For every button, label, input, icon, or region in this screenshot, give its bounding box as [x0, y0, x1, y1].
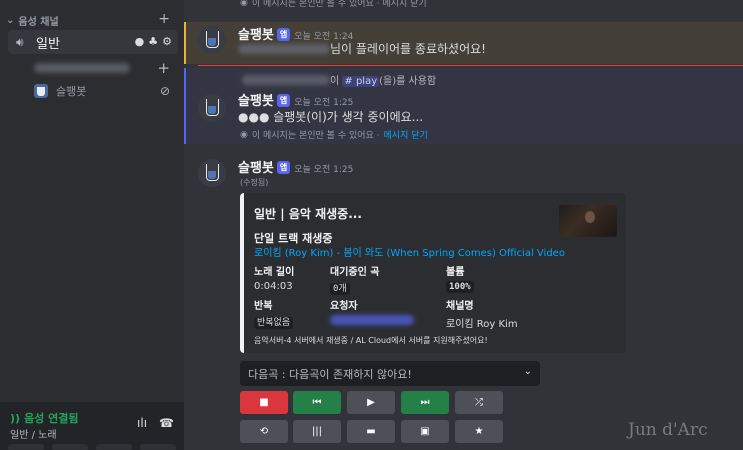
field-requester: 요청자 — [330, 297, 414, 328]
voice-member-bot[interactable]: 슬팽봇 ⊘ — [34, 80, 174, 102]
ephemeral-note: ◉ 이 메시지는 본인만 볼 수 있어요 · 메시지 닫기 — [240, 128, 428, 142]
bot-avatar[interactable] — [198, 159, 226, 187]
voice-action-button[interactable] — [96, 444, 132, 450]
field-length: 노래 길이 0:04:03 — [254, 267, 295, 292]
plus-icon[interactable]: + — [157, 59, 170, 77]
bot-avatar — [34, 84, 48, 98]
add-channel-icon[interactable]: + — [158, 12, 170, 26]
embed-footer: 음악서버-4 서버에서 재생중 / AL Cloud에서 서버를 지원해주셨어요… — [254, 336, 488, 345]
message-author[interactable]: 슬팽봇 — [238, 161, 274, 176]
voice-connection-panel: )) 음성 연결됨 일반 / 노래 ılı ☎ — [0, 402, 184, 450]
reply-preview[interactable]: 이 # play (을)를 사용함 — [242, 72, 436, 87]
signal-icon: )) — [10, 411, 21, 425]
voice-status-subtitle: 일반 / 노래 — [10, 430, 57, 441]
chevron-down-icon: ⌄ — [523, 366, 532, 377]
embed-title: 일반 | 음악 재생중... — [254, 207, 362, 221]
field-queue: 대기중인 곡 0개 — [330, 267, 380, 295]
redacted-mention — [238, 44, 330, 54]
voice-action-row — [8, 444, 176, 450]
chat-icon[interactable]: ● — [135, 35, 145, 48]
next-track-select[interactable]: 다음곡 : 다음곡이 존재하지 않아요! ⌄ — [240, 361, 540, 386]
voice-action-button[interactable] — [8, 444, 44, 450]
play-button[interactable]: ▶ — [347, 391, 395, 414]
thinking-text: ●●● 슬팽봇(이)가 생각 중이에요... — [238, 110, 424, 124]
field-repeat: 반복 반복없음 — [254, 297, 294, 329]
invite-icon[interactable]: ♣ — [148, 35, 158, 48]
now-playing-embed: 일반 | 음악 재생중... 단일 트랙 재생중 로이킴 (Roy Kim) -… — [240, 193, 626, 353]
message-text: 님이 플레이어를 종료하셨어요! — [330, 42, 486, 56]
field-channel: 채널명 로이킴 Roy Kim — [446, 301, 518, 330]
edited-label: (수정됨) — [240, 178, 269, 187]
stop-button[interactable]: ■ — [240, 391, 288, 414]
voice-channel-label: 일반 — [36, 36, 60, 52]
queue-button[interactable]: ▣ — [401, 420, 449, 443]
track-link[interactable]: 로이킴 (Roy Kim) - 봄이 와도 (When Spring Comes… — [254, 244, 565, 259]
gear-icon[interactable]: ⚙ — [162, 35, 172, 48]
speaker-icon: 🔊︎ — [16, 34, 24, 49]
message-timestamp: 오늘 오전 1:25 — [294, 98, 354, 108]
command-mention[interactable]: # play — [342, 76, 380, 87]
app-badge: 앱 — [276, 94, 291, 107]
message-author[interactable]: 슬팽봇 — [238, 94, 274, 109]
redacted-username — [34, 63, 130, 73]
eye-icon: ◉ — [240, 129, 248, 140]
deafened-icon: ⊘ — [159, 84, 170, 98]
shuffle-button[interactable]: ⤮ — [455, 391, 503, 414]
lyrics-button[interactable]: ▬ — [347, 420, 395, 443]
voice-channel-general[interactable]: 🔊︎ 일반 ● ♣ ⚙ — [8, 30, 178, 54]
redacted-username — [242, 75, 330, 85]
chevron-down-icon: ⌄ — [6, 14, 15, 26]
redacted-requester — [330, 315, 414, 325]
dismiss-message-link[interactable]: 메시지 닫기 — [384, 128, 428, 141]
eye-icon: ◉ — [240, 0, 248, 8]
ephemeral-note-top: ◉ 이 메시지는 본인만 볼 수 있어요 · 메시지 닫기 — [240, 0, 427, 9]
voice-status-title: 음성 연결됨 — [24, 412, 79, 425]
bot-member-name: 슬팽봇 — [56, 85, 87, 98]
bot-avatar[interactable] — [198, 26, 226, 54]
voice-action-button[interactable] — [140, 444, 176, 450]
message-timestamp: 오늘 오전 1:25 — [294, 165, 354, 175]
repeat-button[interactable]: ⟲ — [240, 420, 288, 443]
voice-action-button[interactable] — [52, 444, 88, 450]
new-messages-divider — [198, 65, 743, 66]
previous-button[interactable]: ⏮ — [293, 391, 341, 414]
next-button[interactable]: ⏭ — [401, 391, 449, 414]
disconnect-icon[interactable]: ☎ — [159, 416, 174, 430]
noise-suppression-icon[interactable]: ılı — [137, 416, 147, 430]
voice-member-user[interactable]: + — [34, 57, 174, 79]
field-volume: 볼륨 100% — [446, 263, 474, 293]
bot-avatar[interactable] — [198, 94, 226, 122]
app-badge: 앱 — [276, 161, 291, 174]
voice-category-header[interactable]: ⌄ 음성 채널 + — [6, 12, 178, 28]
library-button[interactable]: ||| — [293, 420, 341, 443]
watermark: Jun d'Arc — [628, 420, 708, 440]
category-label: 음성 채널 — [18, 16, 59, 28]
video-thumbnail[interactable] — [559, 205, 617, 237]
favorite-button[interactable]: ★ — [455, 420, 503, 443]
channel-sidebar: ⌄ 음성 채널 + 🔊︎ 일반 ● ♣ ⚙ + 슬팽봇 ⊘ )) 음성 연결됨 … — [0, 0, 184, 450]
